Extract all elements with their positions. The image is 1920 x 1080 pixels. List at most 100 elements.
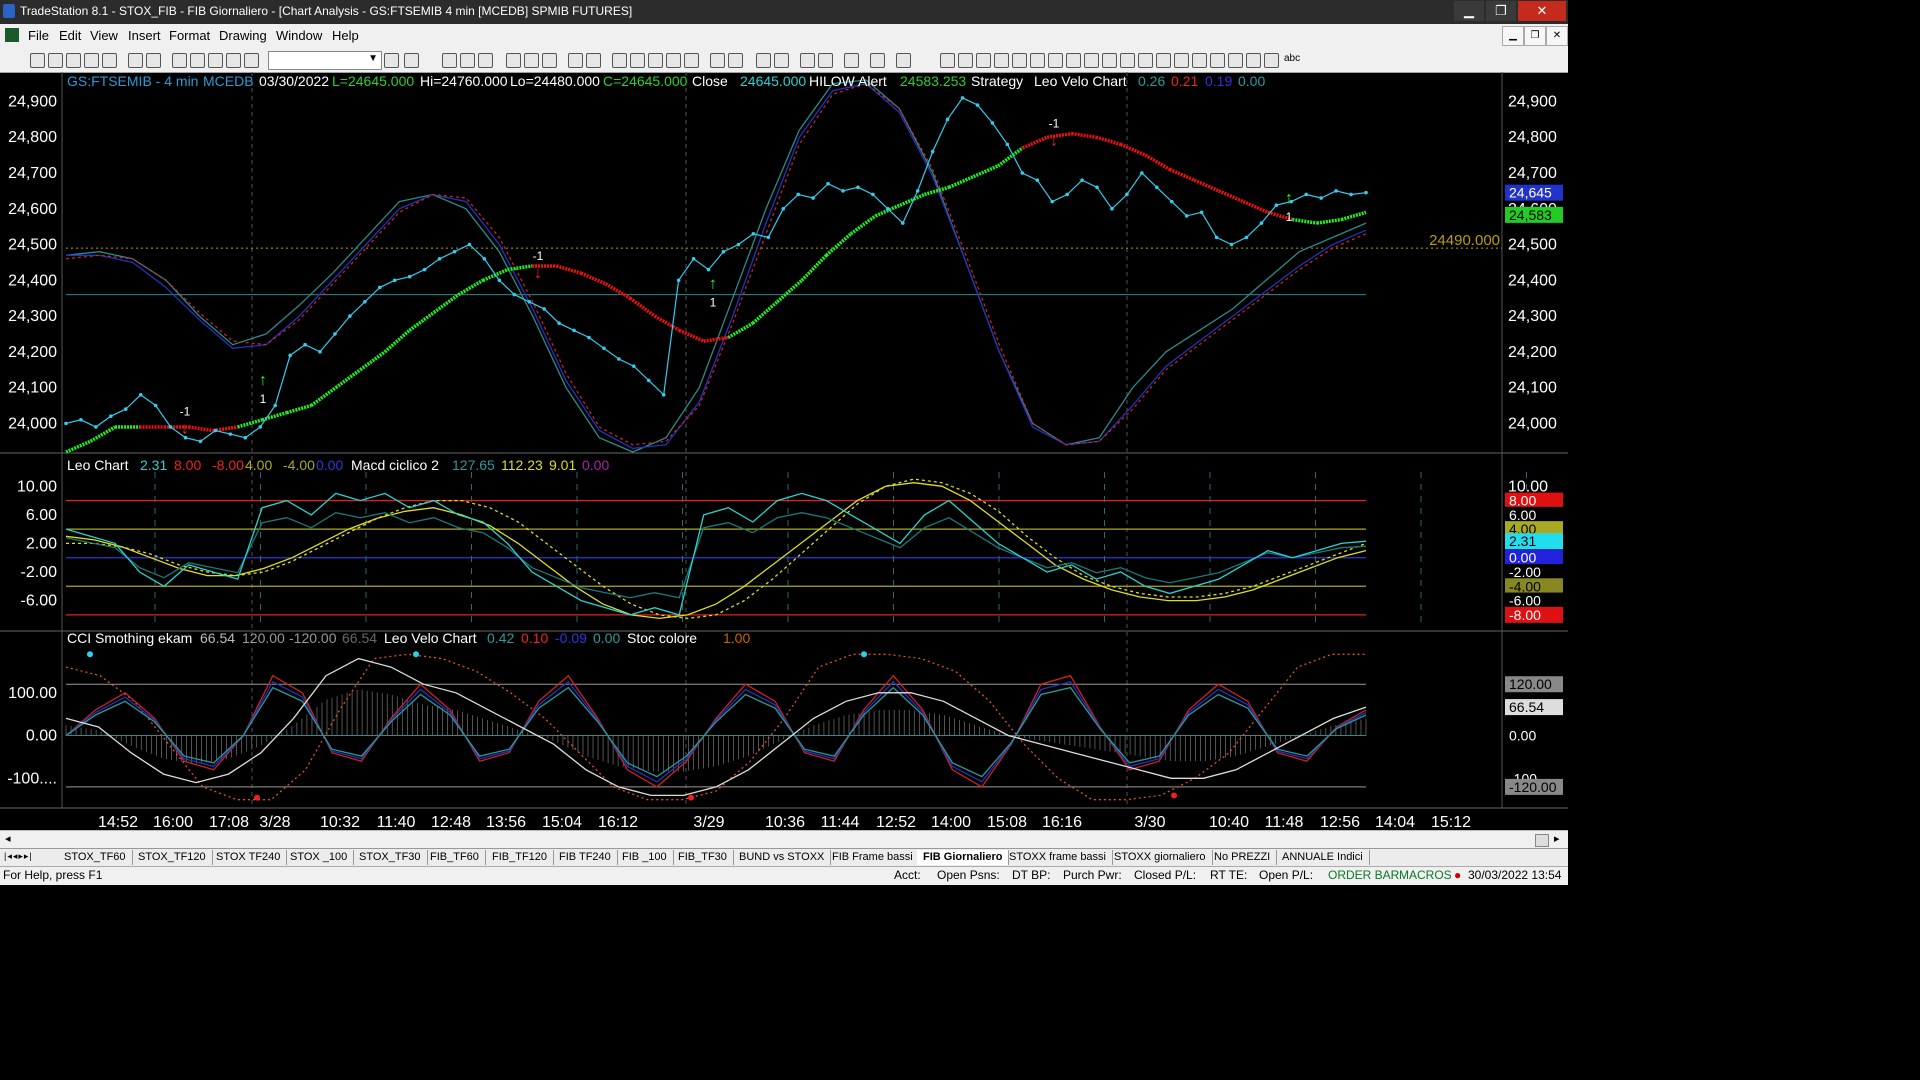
channel-icon[interactable]	[1012, 53, 1027, 68]
histogram-icon[interactable]	[666, 53, 681, 68]
strategy-icon[interactable]	[586, 53, 601, 68]
candles-icon[interactable]	[630, 53, 645, 68]
rectangle-icon[interactable]	[1264, 53, 1279, 68]
line-icon[interactable]	[648, 53, 663, 68]
radar-icon[interactable]	[460, 53, 475, 68]
tab-stoxx-frame-bassi[interactable]: STOXX frame bassi	[1003, 850, 1113, 865]
tab-fib-tf240[interactable]: FIB TF240	[553, 850, 618, 865]
panel3-s1: 1.00	[723, 630, 750, 646]
zoom-out-icon[interactable]	[774, 53, 789, 68]
ohlc-icon[interactable]	[684, 53, 699, 68]
trendline-icon[interactable]	[940, 53, 955, 68]
data-window-icon[interactable]	[870, 53, 885, 68]
scroll-left-icon[interactable]: ◂	[5, 832, 11, 845]
new-icon[interactable]	[30, 53, 45, 68]
arrow-line-icon[interactable]	[1120, 53, 1135, 68]
menu-file[interactable]: File	[28, 28, 49, 43]
tab-stoxx-giornaliero[interactable]: STOXX giornaliero	[1108, 850, 1213, 865]
tab-nav-icon[interactable]: |◂◂▸▸|	[4, 851, 33, 862]
tab-fib-tf120[interactable]: FIB_TF120	[486, 850, 555, 865]
tab-stox-tf120[interactable]: STOX_TF120	[132, 850, 213, 865]
chart-format-icon[interactable]	[524, 53, 539, 68]
text-tool[interactable]: abc	[1284, 53, 1300, 64]
link-icon[interactable]	[226, 53, 241, 68]
tab-fib-tf60[interactable]: FIB_TF60	[424, 850, 486, 865]
crosshair-icon[interactable]	[818, 53, 833, 68]
arrow-down-icon[interactable]	[1210, 53, 1225, 68]
arc-icon[interactable]	[1156, 53, 1171, 68]
tools-icon[interactable]	[844, 53, 859, 68]
expand-icon[interactable]	[710, 53, 725, 68]
print-preview-icon[interactable]	[128, 53, 143, 68]
curve-icon[interactable]	[1192, 53, 1207, 68]
open-icon[interactable]	[48, 53, 63, 68]
find-icon[interactable]	[404, 53, 419, 68]
matrix-icon[interactable]	[478, 53, 493, 68]
tab-fib-100[interactable]: FIB _100	[616, 850, 674, 865]
arrow-right-icon[interactable]	[384, 53, 399, 68]
lock-icon[interactable]	[208, 53, 223, 68]
maximize-button[interactable]: ❐	[1486, 1, 1516, 21]
bars-icon[interactable]	[612, 53, 627, 68]
horizontal-line-icon[interactable]	[976, 53, 991, 68]
menu-edit[interactable]: Edit	[59, 28, 81, 43]
arrow-up-icon[interactable]	[1228, 53, 1243, 68]
menu-help[interactable]: Help	[332, 28, 359, 43]
chart-icon[interactable]	[506, 53, 521, 68]
symbol-combo[interactable]: ▼	[268, 51, 382, 70]
tab-annuale-indici[interactable]: ANNUALE Indici	[1276, 850, 1370, 865]
tab-bund-vs-stoxx[interactable]: BUND vs STOXX	[733, 850, 832, 865]
menu-format[interactable]: Format	[169, 28, 210, 43]
strategy-segment	[776, 278, 804, 304]
menu-view[interactable]: View	[90, 28, 118, 43]
save-all-icon[interactable]	[84, 53, 99, 68]
order-bar-button[interactable]: ORDER BAR	[1328, 868, 1399, 882]
tab-stox-100[interactable]: STOX _100	[284, 850, 355, 865]
gann-fan-icon[interactable]	[1048, 53, 1063, 68]
scroll-right-icon[interactable]: ▸	[1554, 832, 1560, 845]
ellipse-icon[interactable]	[1246, 53, 1261, 68]
window-icon[interactable]	[190, 53, 205, 68]
mdi-restore-button[interactable]: ❐	[1524, 26, 1546, 46]
tab-stox-tf60[interactable]: STOX_TF60	[58, 850, 133, 865]
menu-insert[interactable]: Insert	[128, 28, 161, 43]
save-icon[interactable]	[66, 53, 81, 68]
notes-icon[interactable]	[896, 53, 911, 68]
price-point	[377, 285, 382, 290]
price-point	[691, 257, 696, 261]
fibonacci-icon[interactable]	[994, 53, 1009, 68]
horizontal-scrollbar[interactable]: ◂ ▸	[0, 830, 1568, 849]
speed-lines-icon[interactable]	[1066, 53, 1081, 68]
globe-icon[interactable]	[244, 53, 259, 68]
vertical-line-icon[interactable]	[958, 53, 973, 68]
compress-icon[interactable]	[728, 53, 743, 68]
ray-icon[interactable]	[1102, 53, 1117, 68]
pencil-icon[interactable]	[1174, 53, 1189, 68]
scroll-thumb[interactable]	[1535, 834, 1549, 847]
tab-no-prezzi[interactable]: No PREZZI	[1208, 850, 1278, 865]
regression-icon[interactable]	[1084, 53, 1099, 68]
folder-icon[interactable]	[102, 53, 117, 68]
tab-stox-tf30[interactable]: STOX_TF30	[353, 850, 428, 865]
menu-drawing[interactable]: Drawing	[219, 28, 267, 43]
zoom-in-icon[interactable]	[756, 53, 771, 68]
close-button[interactable]: ✕	[1518, 1, 1566, 21]
tab-fib-frame-bassi[interactable]: FIB Frame bassi	[826, 850, 920, 865]
tab-fib-giornaliero[interactable]: FIB Giornaliero	[917, 850, 1010, 865]
andrews-pitchfork-icon[interactable]	[1030, 53, 1045, 68]
tab-fib-tf30[interactable]: FIB_TF30	[672, 850, 734, 865]
indicator-icon[interactable]	[568, 53, 583, 68]
print-icon[interactable]	[146, 53, 161, 68]
mdi-close-button[interactable]: ✕	[1546, 26, 1568, 46]
layout-icon[interactable]	[172, 53, 187, 68]
chart-refresh-icon[interactable]	[542, 53, 557, 68]
chart-grid-icon[interactable]	[442, 53, 457, 68]
tab-stox-tf240[interactable]: STOX TF240	[210, 850, 288, 865]
pointer-icon[interactable]	[800, 53, 815, 68]
cycle-lines-icon[interactable]	[1138, 53, 1153, 68]
macros-button[interactable]: MACROS	[1399, 868, 1452, 882]
minimize-button[interactable]: ▁	[1454, 1, 1484, 21]
chart-area[interactable]: 24,000 24,000 24,100 24,100 24,200 24,200 24,3…	[0, 72, 1568, 830]
mdi-minimize-button[interactable]: ▁	[1502, 26, 1524, 46]
menu-window[interactable]: Window	[276, 28, 322, 43]
